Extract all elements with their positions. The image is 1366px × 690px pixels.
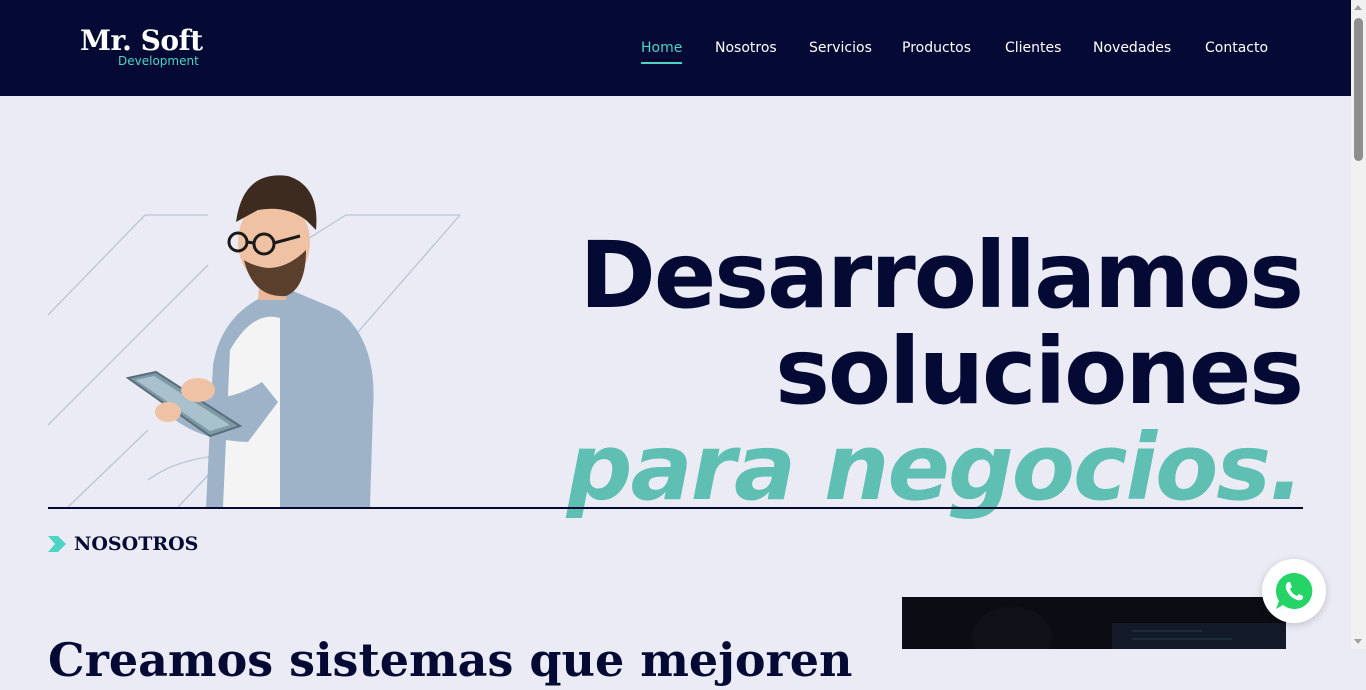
section-label-text: NOSOTROS — [74, 533, 199, 555]
about-image — [902, 597, 1286, 649]
nav-item-novedades[interactable]: Novedades — [1093, 38, 1171, 58]
nav-item-nosotros[interactable]: Nosotros — [715, 38, 777, 58]
nav-item-label: Home — [641, 40, 683, 56]
hero-headline: Desarrollamos soluciones para negocios. — [566, 221, 1304, 521]
nav-item-servicios[interactable]: Servicios — [809, 38, 872, 58]
nav-item-productos[interactable]: Productos — [902, 38, 971, 58]
whatsapp-icon — [1275, 572, 1313, 609]
nav-item-label: Clientes — [1005, 40, 1062, 56]
section-heading: Creamos sistemas que mejoren — [48, 633, 853, 688]
whatsapp-button[interactable] — [1262, 559, 1326, 623]
logo-sub-text: Development — [118, 54, 199, 68]
hero-line-2: soluciones — [775, 317, 1304, 425]
logo[interactable]: Mr. Soft Development — [80, 24, 205, 70]
page-scrollbar[interactable] — [1351, 0, 1366, 649]
nav-item-label: Servicios — [809, 40, 872, 56]
nav-item-label: Contacto — [1205, 40, 1269, 56]
hero-illustration — [48, 175, 461, 508]
scroll-down-arrow-icon[interactable] — [1354, 639, 1362, 644]
nav-item-home[interactable]: Home — [641, 38, 683, 64]
nav-item-label: Nosotros — [715, 40, 777, 56]
person-figure — [125, 175, 374, 507]
section-label: NOSOTROS — [48, 532, 198, 556]
active-indicator — [641, 62, 683, 64]
hero-line-1: Desarrollamos — [579, 221, 1304, 329]
section-divider — [48, 507, 1303, 509]
chevron-right-icon — [48, 536, 66, 552]
nav-item-clientes[interactable]: Clientes — [1005, 38, 1061, 58]
nav-item-label: Novedades — [1093, 40, 1172, 56]
scroll-up-arrow-icon[interactable] — [1354, 5, 1362, 10]
hero-line-3: para negocios. — [566, 413, 1304, 521]
nav-item-contacto[interactable]: Contacto — [1205, 38, 1268, 58]
site-header: Mr. Soft Development Home Nosotros Servi… — [0, 0, 1351, 96]
scroll-thumb[interactable] — [1354, 18, 1363, 161]
logo-main-text: Mr. Soft — [80, 24, 203, 57]
nav-item-label: Productos — [902, 40, 972, 56]
